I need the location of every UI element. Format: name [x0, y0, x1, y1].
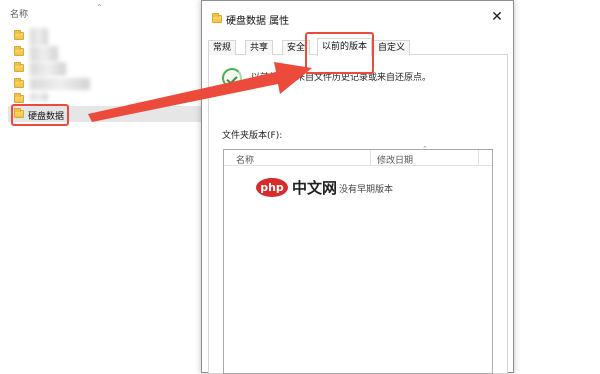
blurred-folder-name [30, 62, 66, 76]
folder-icon [212, 13, 222, 23]
close-icon[interactable]: ✕ [487, 7, 507, 27]
folder-icon [14, 62, 24, 72]
folder-icon [14, 78, 24, 88]
blurred-folder-name [30, 78, 90, 90]
list-column-modified[interactable]: 修改日期 [377, 153, 413, 166]
folder-icon [14, 46, 24, 56]
sort-caret-icon: ⌃ [422, 145, 428, 153]
tab-sharing[interactable]: 共享 [245, 40, 274, 55]
column-divider[interactable] [370, 150, 371, 166]
previous-versions-panel: 以前的版本来自文件历史记录或来自还原点。 文件夹版本(F): 名称 ⌃ 修改日期… [208, 55, 508, 374]
blurred-folder-name [30, 46, 58, 62]
watermark-logo: php 中文网 [256, 177, 360, 201]
list-header: 名称 ⌃ 修改日期 [224, 145, 492, 166]
highlight-box-tab [305, 32, 374, 74]
folder-versions-label: 文件夹版本(F): [222, 131, 283, 141]
folder-icon [14, 30, 24, 40]
tab-customize[interactable]: 自定义 [373, 40, 411, 55]
watermark-logo-pill: php [256, 178, 288, 197]
name-column-header[interactable]: 名称 [10, 7, 28, 20]
folder-icon [14, 93, 24, 103]
tab-general[interactable]: 常规 [208, 40, 237, 55]
dialog-title-bar[interactable]: 硬盘数据 属性 ✕ [202, 1, 513, 35]
restore-icon [222, 68, 242, 88]
blurred-folder-name [30, 93, 48, 101]
watermark-logo-text: 中文网 [292, 179, 338, 197]
blurred-folder-name [30, 28, 48, 46]
dialog-title: 硬盘数据 属性 [226, 16, 290, 27]
highlight-box-folder [11, 104, 69, 126]
sort-caret-icon: ⌃ [96, 3, 103, 12]
list-column-name[interactable]: 名称 [236, 153, 254, 166]
column-divider[interactable] [478, 150, 479, 166]
